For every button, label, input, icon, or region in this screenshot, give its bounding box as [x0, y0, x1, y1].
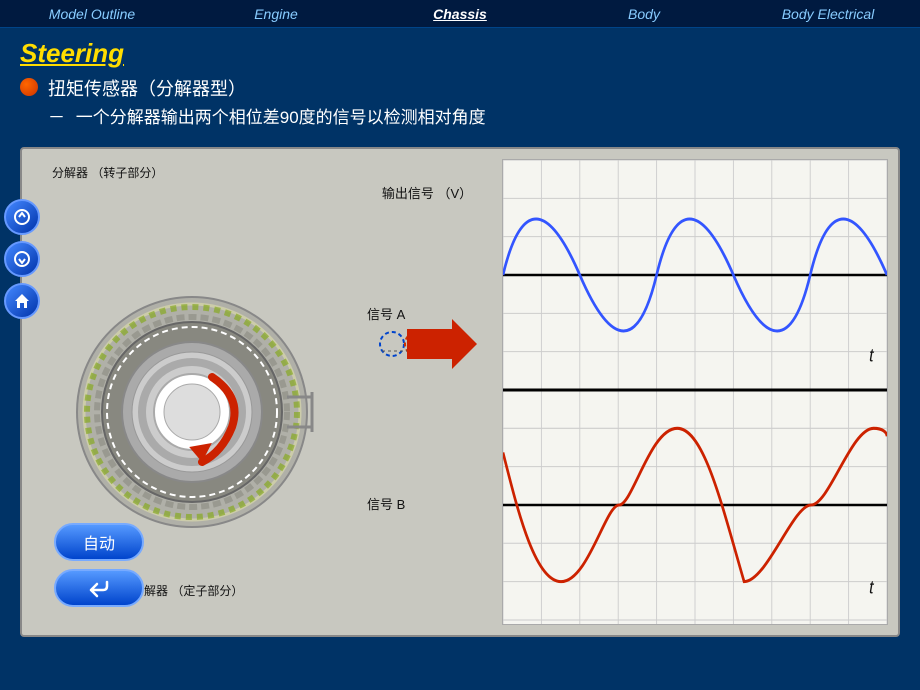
resolver-stator-label: 分解器 （定子部分）	[132, 582, 243, 600]
bottom-buttons: 自动	[54, 523, 144, 607]
signal-a-label: 信号 A	[367, 304, 405, 323]
page-title: Steering	[0, 28, 920, 75]
signal-b-label: 信号 B	[367, 494, 405, 513]
side-buttons	[4, 199, 40, 319]
bullet-icon	[20, 78, 38, 96]
side-btn-1[interactable]	[4, 199, 40, 235]
side-btn-2[interactable]	[4, 241, 40, 277]
auto-button[interactable]: 自动	[54, 523, 144, 561]
content-section: 扭矩传感器（分解器型） － 一个分解器输出两个相位差90度的信号以检测相对角度	[0, 75, 920, 139]
resolver-svg	[57, 267, 327, 537]
nav-body-electrical[interactable]: Body Electrical	[736, 2, 920, 26]
diagram-container: 分解器 （转子部分）	[20, 147, 900, 637]
nav-body[interactable]: Body	[552, 2, 736, 26]
nav-chassis[interactable]: Chassis	[368, 2, 552, 26]
bullet-main-text: 扭矩传感器（分解器型）	[48, 75, 246, 101]
bullet-sub-text: 一个分解器输出两个相位差90度的信号以检测相对角度	[76, 108, 486, 127]
right-arrow	[402, 319, 477, 374]
back-button[interactable]	[54, 569, 144, 607]
resolver-diagram-area: 分解器 （转子部分）	[32, 159, 352, 625]
bullet-sub-item: － 一个分解器输出两个相位差90度的信号以检测相对角度	[20, 105, 900, 131]
top-navigation: Model Outline Engine Chassis Body Body E…	[0, 0, 920, 28]
resolver-rotor-label: 分解器 （转子部分）	[52, 164, 163, 182]
dash-symbol: －	[48, 108, 65, 127]
nav-engine[interactable]: Engine	[184, 2, 368, 26]
output-signal-label: 输出信号 （V）	[362, 184, 492, 204]
side-btn-home[interactable]	[4, 283, 40, 319]
middle-area: 输出信号 （V） 信号 A 信号 B	[362, 159, 492, 625]
graph-area: t t	[502, 159, 888, 625]
svg-text:t: t	[869, 576, 875, 597]
bullet-main-item: 扭矩传感器（分解器型）	[20, 75, 900, 101]
svg-text:t: t	[869, 344, 875, 365]
nav-model-outline[interactable]: Model Outline	[0, 2, 184, 26]
waveform-graph: t t	[503, 160, 887, 624]
